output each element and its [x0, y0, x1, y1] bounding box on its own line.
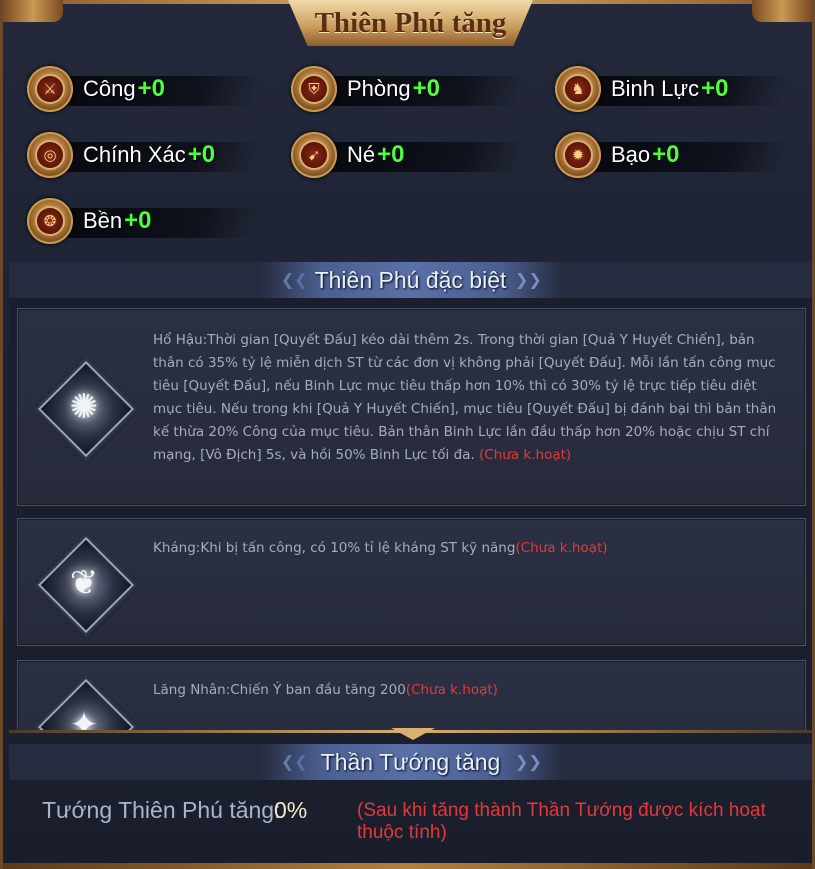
talent-list[interactable]: ✺ Hổ Hậu:Thời gian [Quyết Đấu] kéo dài t… [9, 298, 812, 730]
chevron-right-icon: ❯❯ [515, 752, 542, 771]
talent-text: Lăng Nhân:Chiến Ý ban đầu tăng 200 [153, 682, 406, 698]
general-bonus-row: Tướng Thiên Phú tăng: 0% (Sau khi tăng t… [9, 785, 812, 845]
general-bonus-value: 0% [274, 797, 308, 823]
talent-text: Hổ Hậu:Thời gian [Quyết Đấu] kéo dài thê… [153, 332, 777, 463]
talent-text: Kháng:Khi bị tấn công, có 10% tỉ lệ khán… [153, 540, 516, 556]
stat-value: +0 [137, 75, 165, 102]
stat-value: +0 [701, 75, 729, 102]
stat-label: Bền [83, 208, 123, 233]
talent-status: (Chưa k.hoạt) [515, 540, 608, 556]
talent-card: ✦ Lăng Nhân:Chiến Ý ban đầu tăng 200(Chư… [17, 660, 806, 730]
general-header: ❮❮ Thần Tướng tăng ❯❯ [9, 744, 812, 780]
talent-description: Lăng Nhân:Chiến Ý ban đầu tăng 200(Chưa … [153, 679, 783, 702]
talent-status: (Chưa k.hoạt) [479, 447, 572, 463]
general-bonus-note: (Sau khi tăng thành Thần Tướng được kích… [357, 800, 766, 843]
stat-phong: ⛨ Phòng +0 [291, 66, 526, 112]
talent-panel: Thiên Phú tăng ⚔ Công +0 ⛨ Phòng +0 ♞ Bi… [0, 0, 815, 869]
stat-bao: ✹ Bạo +0 [555, 132, 790, 178]
stat-value: +0 [124, 207, 152, 234]
bottom-border [3, 863, 812, 869]
talent-status: (Chưa k.hoạt) [405, 682, 498, 698]
chevron-right-icon: ❯❯ [515, 270, 542, 289]
troops-medal-icon: ♞ [555, 66, 601, 112]
endurance-medal-icon: ❂ [27, 198, 73, 244]
critical-medal-icon: ✹ [555, 132, 601, 178]
stat-ne: ➹ Né +0 [291, 132, 526, 178]
stat-value: +0 [412, 75, 440, 102]
stat-value: +0 [187, 141, 216, 168]
warcry-talent-icon: ✦ [37, 678, 135, 730]
general-heading: Thần Tướng tăng [320, 748, 501, 775]
left-corner-ornament [3, 0, 63, 22]
stat-label: Chính Xác [83, 142, 186, 167]
scroll-down-indicator [391, 728, 435, 740]
special-talent-heading: Thiên Phú đặc biệt [314, 266, 507, 293]
panel-title: Thiên Phú tăng [314, 6, 507, 39]
shield-medal-icon: ⛨ [291, 66, 337, 112]
stat-label: Phòng [347, 76, 411, 101]
resist-talent-icon: ❦ [37, 536, 135, 634]
stat-ben: ❂ Bền +0 [27, 198, 262, 244]
talent-card: ❦ Kháng:Khi bị tấn công, có 10% tỉ lệ kh… [17, 518, 806, 646]
stat-binh-luc: ♞ Binh Lực +0 [555, 66, 790, 112]
stat-label: Binh Lực [611, 76, 700, 101]
dodge-medal-icon: ➹ [291, 132, 337, 178]
stat-value: +0 [652, 141, 680, 168]
stat-label: Né [347, 142, 376, 167]
special-talent-header: ❮❮ Thiên Phú đặc biệt ❯❯ [9, 262, 812, 298]
title-plate: Thiên Phú tăng [288, 0, 533, 46]
stat-chinh-xac: ◎ Chính Xác +0 [27, 132, 262, 178]
stat-label: Công [83, 76, 136, 101]
right-corner-ornament [752, 0, 812, 22]
talent-description: Kháng:Khi bị tấn công, có 10% tỉ lệ khán… [153, 537, 783, 560]
target-medal-icon: ◎ [27, 132, 73, 178]
general-bonus-label: Tướng Thiên Phú tăng: [42, 797, 281, 823]
talent-description: Hổ Hậu:Thời gian [Quyết Đấu] kéo dài thê… [153, 329, 783, 467]
sword-medal-icon: ⚔ [27, 66, 73, 112]
lightning-talent-icon: ✺ [37, 360, 135, 458]
stat-value: +0 [377, 141, 405, 168]
stat-label: Bạo [611, 142, 651, 167]
stat-cong: ⚔ Công +0 [27, 66, 262, 112]
talent-card: ✺ Hổ Hậu:Thời gian [Quyết Đấu] kéo dài t… [17, 308, 806, 506]
